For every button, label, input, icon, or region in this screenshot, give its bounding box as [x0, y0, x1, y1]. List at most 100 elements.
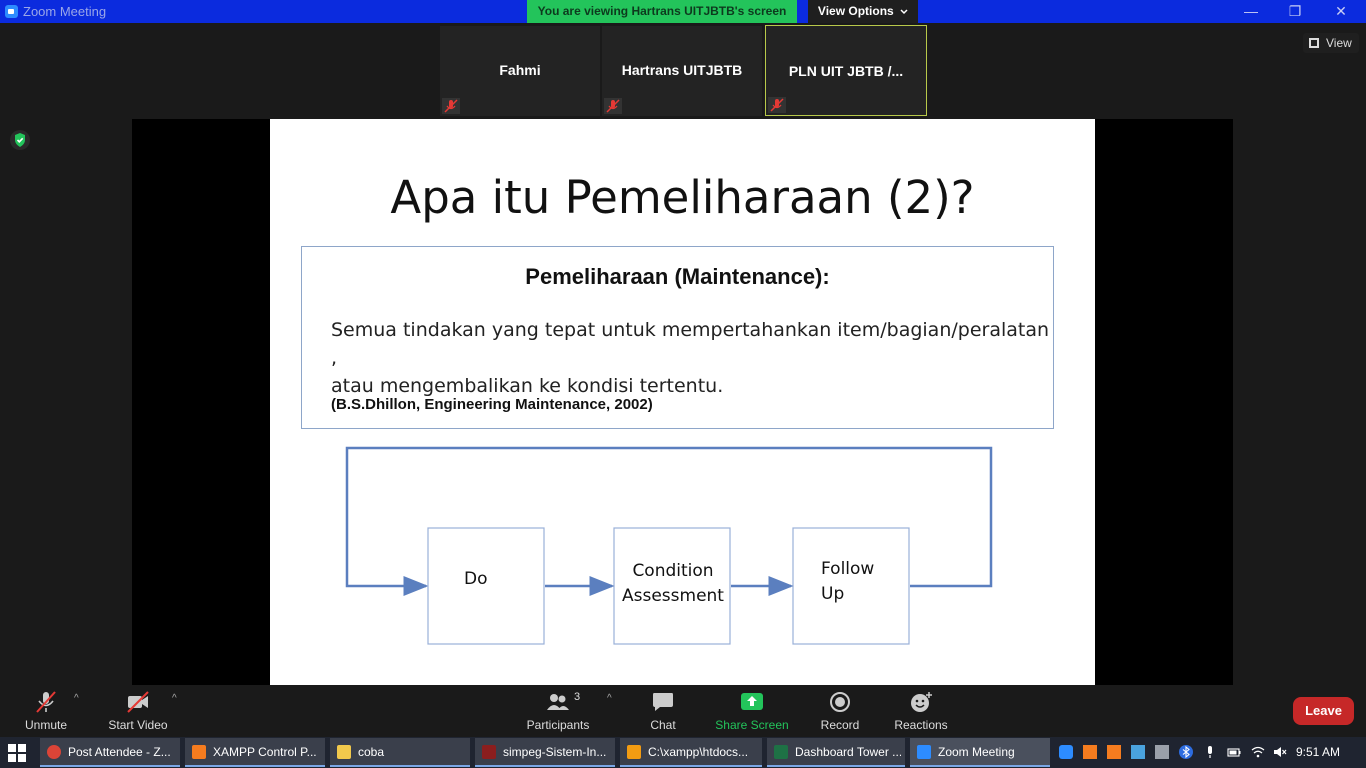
reactions-label: Reactions: [894, 718, 948, 732]
share-screen-button[interactable]: Share Screen: [712, 685, 792, 737]
chevron-down-icon: [900, 9, 908, 14]
minimize-button[interactable]: —: [1228, 0, 1274, 23]
chat-icon: [653, 693, 673, 711]
presentation-slide: Apa itu Pemeliharaan (2)? Pemeliharaan (…: [270, 119, 1095, 685]
video-off-icon: [127, 691, 149, 713]
audio-options-caret-icon[interactable]: ^: [74, 693, 79, 704]
tray-network-app-icon[interactable]: [1131, 745, 1145, 759]
window-title: Zoom Meeting: [23, 4, 107, 19]
video-options-caret-icon[interactable]: ^: [172, 693, 177, 704]
folder-icon: [337, 745, 351, 759]
definition-box: Pemeliharaan (Maintenance): Semua tindak…: [301, 246, 1054, 429]
taskbar-item-chrome[interactable]: Post Attendee - Z...: [40, 738, 180, 767]
volume-muted-icon[interactable]: [1273, 745, 1287, 759]
windows-taskbar: Post Attendee - Z... XAMPP Control P... …: [0, 737, 1366, 768]
muted-mic-icon: [36, 691, 56, 713]
tray-display-icon[interactable]: [1155, 745, 1169, 759]
close-button[interactable]: ✕: [1318, 0, 1364, 23]
sublime-text-icon: [627, 745, 641, 759]
taskbar-item-excel[interactable]: Dashboard Tower ...: [767, 738, 905, 767]
record-label: Record: [820, 718, 860, 732]
bluetooth-icon[interactable]: [1179, 745, 1193, 759]
taskbar-label: simpeg-Sistem-In...: [503, 745, 607, 759]
chat-button[interactable]: Chat: [638, 685, 688, 737]
participant-name: Hartrans UITJBTB: [621, 62, 743, 78]
chat-label: Chat: [650, 718, 676, 732]
definition-heading: Pemeliharaan (Maintenance):: [525, 264, 830, 289]
title-bar: Zoom Meeting You are viewing Hartrans UI…: [0, 0, 1366, 23]
view-options-label: View Options: [817, 4, 894, 18]
participants-count: 3: [574, 691, 581, 703]
participant-name: Fahmi: [499, 62, 541, 78]
record-icon: [830, 692, 850, 712]
slide-title: Apa itu Pemeliharaan (2)?: [390, 171, 975, 224]
video-tile-hartrans[interactable]: Hartrans UITJBTB: [602, 26, 762, 116]
taskbar-clock[interactable]: 9:51 AM: [1296, 745, 1340, 759]
start-video-label: Start Video: [108, 718, 168, 732]
record-button[interactable]: Record: [812, 685, 868, 737]
unmute-label: Unmute: [24, 718, 68, 732]
unmute-button[interactable]: Unmute: [16, 685, 76, 737]
taskbar-item-xampp[interactable]: XAMPP Control P...: [185, 738, 325, 767]
tray-zoom-icon[interactable]: [1059, 745, 1073, 759]
node-do-label: Do: [464, 569, 488, 589]
taskbar-item-folder[interactable]: coba: [330, 738, 470, 767]
taskbar-label: C:\xampp\htdocs...: [648, 745, 749, 759]
taskbar-label: Dashboard Tower ...: [795, 745, 901, 759]
viewing-screen-banner: You are viewing Hartrans UITJBTB's scree…: [527, 0, 797, 23]
grid-icon: [1309, 38, 1319, 48]
view-label: View: [1326, 36, 1352, 50]
taskbar-label: Zoom Meeting: [938, 745, 1015, 759]
citation: (B.S.Dhillon, Engineering Maintenance, 2…: [331, 396, 653, 413]
winrar-icon: [482, 745, 496, 759]
windows-start-icon[interactable]: [8, 744, 26, 762]
zoom-window: Zoom Meeting You are viewing Hartrans UI…: [0, 0, 1366, 768]
maintenance-cycle-diagram: Do Condition Assessment Follow Up: [330, 439, 1010, 659]
share-screen-label: Share Screen: [715, 718, 789, 732]
definition-line-1: Semua tindakan yang tepat untuk memperta…: [331, 319, 1050, 369]
participants-button[interactable]: 3 Participants: [522, 685, 594, 737]
muted-mic-icon: [442, 98, 460, 114]
zoom-logo-icon: [5, 5, 18, 18]
taskbar-item-winrar[interactable]: simpeg-Sistem-In...: [475, 738, 615, 767]
node-condition-label: Condition Assessment: [622, 559, 724, 609]
node-follow-line-2: Up: [821, 584, 845, 604]
participant-name: PLN UIT JBTB /...: [788, 63, 904, 79]
taskbar-item-zoom[interactable]: Zoom Meeting: [910, 738, 1050, 767]
excel-icon: [774, 745, 788, 759]
maximize-button[interactable]: ❐: [1272, 0, 1318, 23]
start-video-button[interactable]: Start Video: [104, 685, 172, 737]
participants-options-caret-icon[interactable]: ^: [607, 693, 612, 704]
node-follow-label: Follow Up: [821, 557, 874, 607]
node-condition-line-1: Condition: [632, 561, 714, 581]
reactions-emoji-icon: [911, 692, 932, 712]
reactions-button[interactable]: Reactions: [890, 685, 952, 737]
tray-xampp-icon[interactable]: [1107, 745, 1121, 759]
chrome-icon: [47, 745, 61, 759]
taskbar-label: Post Attendee - Z...: [68, 745, 171, 759]
wifi-icon[interactable]: [1251, 745, 1265, 759]
video-tile-fahmi[interactable]: Fahmi: [440, 26, 600, 116]
leave-meeting-button[interactable]: Leave: [1293, 697, 1354, 725]
node-follow-line-1: Follow: [821, 559, 875, 579]
battery-icon[interactable]: [1227, 745, 1241, 759]
muted-mic-icon: [768, 97, 786, 113]
participants-label: Participants: [526, 718, 590, 732]
definition-text: Semua tindakan yang tepat untuk memperta…: [331, 316, 1051, 400]
view-layout-button[interactable]: View: [1303, 33, 1359, 53]
muted-mic-icon: [604, 98, 622, 114]
encryption-shield-icon[interactable]: [10, 130, 30, 150]
taskbar-label: XAMPP Control P...: [213, 745, 317, 759]
taskbar-item-sublime[interactable]: C:\xampp\htdocs...: [620, 738, 762, 767]
taskbar-label: coba: [358, 745, 385, 759]
node-condition-line-2: Assessment: [622, 586, 724, 606]
meeting-toolbar: Unmute ^ Start Video ^ 3 Participants ^ …: [0, 685, 1366, 737]
zoom-icon: [917, 745, 931, 759]
video-tile-pln[interactable]: PLN UIT JBTB /...: [765, 25, 927, 116]
view-options-button[interactable]: View Options: [808, 0, 918, 23]
xampp-icon: [192, 745, 206, 759]
diagram-shapes: [345, 446, 993, 645]
tray-xampp-icon[interactable]: [1083, 745, 1097, 759]
microphone-icon[interactable]: [1203, 745, 1217, 759]
share-screen-icon: [741, 693, 763, 710]
